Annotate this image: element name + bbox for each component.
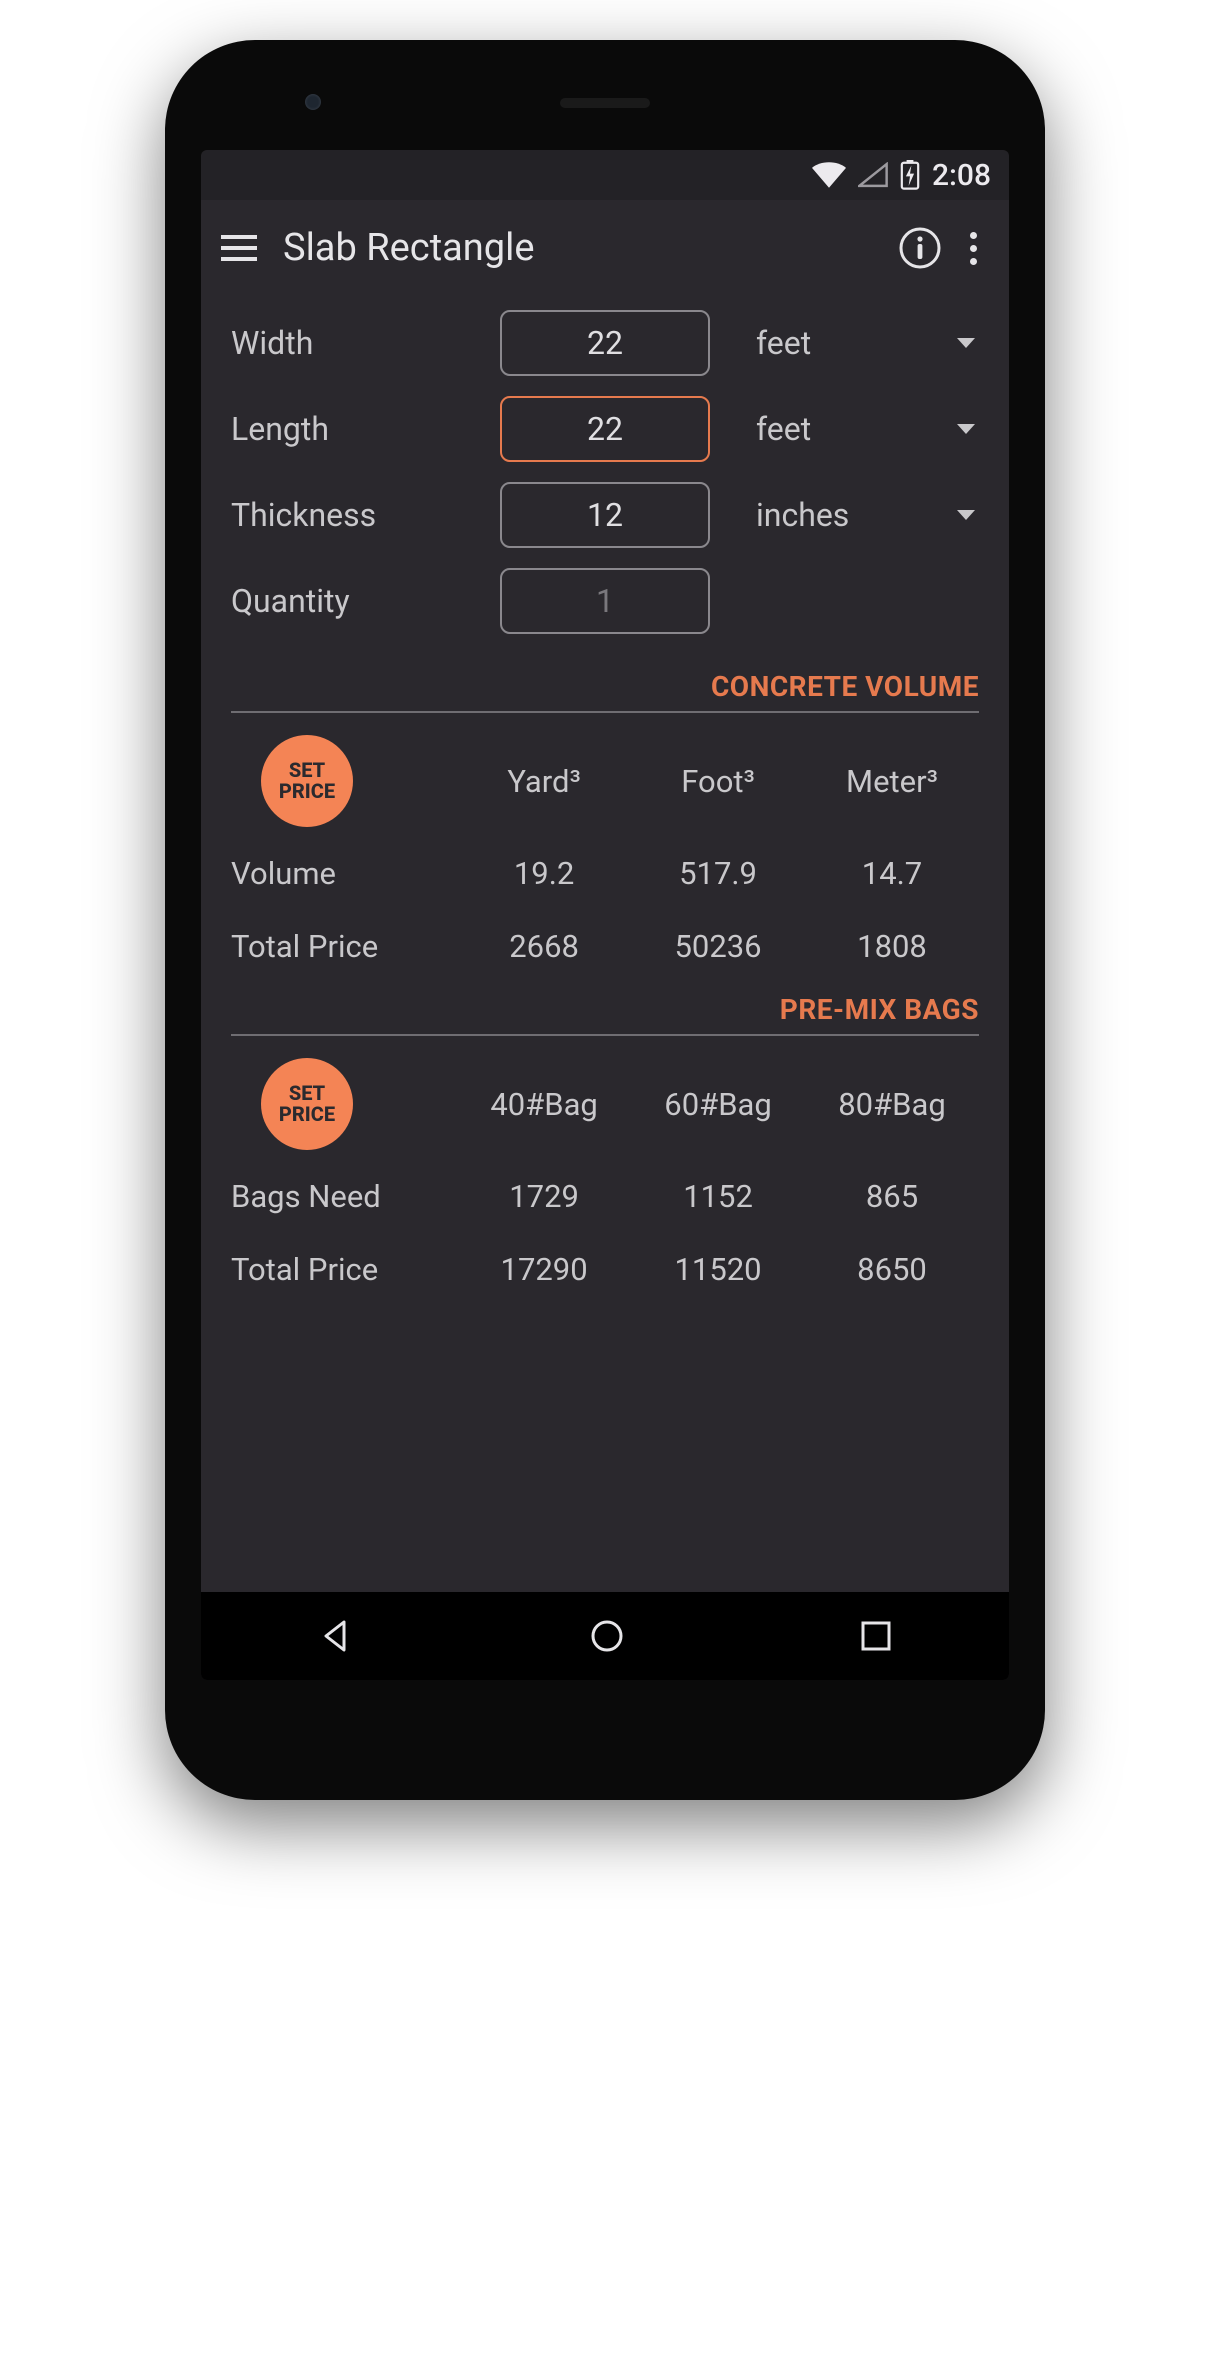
bags-80-value: 865 [805, 1178, 979, 1215]
price-yard-value: 2668 [457, 928, 631, 965]
divider [231, 711, 979, 713]
quantity-input[interactable]: 1 [500, 568, 710, 634]
row-label-bags-total-price: Total Price [231, 1251, 457, 1288]
bags-60-value: 1152 [631, 1178, 805, 1215]
width-row: Width 22 feet [231, 310, 979, 376]
info-icon[interactable] [898, 226, 942, 270]
app-bar: Slab Rectangle [201, 200, 1009, 296]
col-header-meter: Meter³ [805, 763, 979, 800]
inputs-section: Width 22 feet Length 22 feet Thickness 1… [201, 296, 1009, 660]
set-price-label: PRICE [279, 781, 335, 802]
volume-table-head: SET PRICE Yard³ Foot³ Meter³ [201, 725, 1009, 837]
volume-meter-value: 14.7 [805, 855, 979, 892]
volume-yard-value: 19.2 [457, 855, 631, 892]
col-header-40bag: 40#Bag [457, 1086, 631, 1123]
bags-price-80-value: 8650 [805, 1251, 979, 1288]
bags-need-row: Bags Need 1729 1152 865 [201, 1160, 1009, 1233]
thickness-input[interactable]: 12 [500, 482, 710, 548]
width-label: Width [231, 324, 476, 362]
width-input[interactable]: 22 [500, 310, 710, 376]
set-price-bags-button[interactable]: SET PRICE [261, 1058, 353, 1150]
thickness-row: Thickness 12 inches [231, 482, 979, 548]
set-price-label: PRICE [279, 1104, 335, 1125]
thickness-label: Thickness [231, 496, 476, 534]
volume-price-row: Total Price 2668 50236 1808 [201, 910, 1009, 983]
quantity-label: Quantity [231, 582, 476, 620]
front-camera [305, 94, 321, 110]
set-price-label: SET [289, 1083, 325, 1104]
col-header-60bag: 60#Bag [631, 1086, 805, 1123]
nav-back-icon[interactable] [316, 1616, 356, 1656]
device-frame: 2:08 Slab Rectangle Width 22 feet Length… [165, 40, 1045, 1800]
volume-row: Volume 19.2 517.9 14.7 [201, 837, 1009, 910]
col-header-yard: Yard³ [457, 763, 631, 800]
length-label: Length [231, 410, 476, 448]
chevron-down-icon [957, 510, 975, 520]
screen: 2:08 Slab Rectangle Width 22 feet Length… [201, 150, 1009, 1680]
wifi-icon [812, 162, 846, 188]
bags-40-value: 1729 [457, 1178, 631, 1215]
set-price-label: SET [289, 760, 325, 781]
length-row: Length 22 feet [231, 396, 979, 462]
divider [231, 1034, 979, 1036]
length-unit-select[interactable]: feet [734, 410, 979, 448]
hamburger-menu-icon[interactable] [221, 228, 261, 268]
length-unit-value: feet [756, 410, 811, 448]
bags-table-head: SET PRICE 40#Bag 60#Bag 80#Bag [201, 1048, 1009, 1160]
cell-signal-icon [858, 162, 888, 188]
status-time: 2:08 [932, 158, 991, 193]
col-header-foot: Foot³ [631, 763, 805, 800]
status-bar: 2:08 [201, 150, 1009, 200]
row-label-total-price: Total Price [231, 928, 457, 965]
set-price-volume-button[interactable]: SET PRICE [261, 735, 353, 827]
width-unit-value: feet [756, 324, 811, 362]
price-meter-value: 1808 [805, 928, 979, 965]
thickness-unit-value: inches [756, 496, 849, 534]
android-nav-bar [201, 1592, 1009, 1680]
row-label-volume: Volume [231, 855, 457, 892]
battery-charging-icon [900, 160, 920, 190]
length-input[interactable]: 22 [500, 396, 710, 462]
overflow-menu-icon[interactable] [964, 232, 983, 265]
volume-foot-value: 517.9 [631, 855, 805, 892]
col-header-80bag: 80#Bag [805, 1086, 979, 1123]
chevron-down-icon [957, 338, 975, 348]
premix-bags-header: PRE-MIX BAGS [201, 983, 1009, 1034]
page-title: Slab Rectangle [283, 226, 876, 270]
row-label-bags-need: Bags Need [231, 1178, 457, 1215]
nav-home-icon[interactable] [587, 1616, 627, 1656]
price-foot-value: 50236 [631, 928, 805, 965]
quantity-row: Quantity 1 [231, 568, 979, 634]
chevron-down-icon [957, 424, 975, 434]
bags-price-row: Total Price 17290 11520 8650 [201, 1233, 1009, 1306]
width-unit-select[interactable]: feet [734, 324, 979, 362]
bags-price-60-value: 11520 [631, 1251, 805, 1288]
speaker-grille [560, 98, 650, 108]
bags-price-40-value: 17290 [457, 1251, 631, 1288]
concrete-volume-header: CONCRETE VOLUME [201, 660, 1009, 711]
nav-recent-icon[interactable] [858, 1618, 894, 1654]
thickness-unit-select[interactable]: inches [734, 496, 979, 534]
